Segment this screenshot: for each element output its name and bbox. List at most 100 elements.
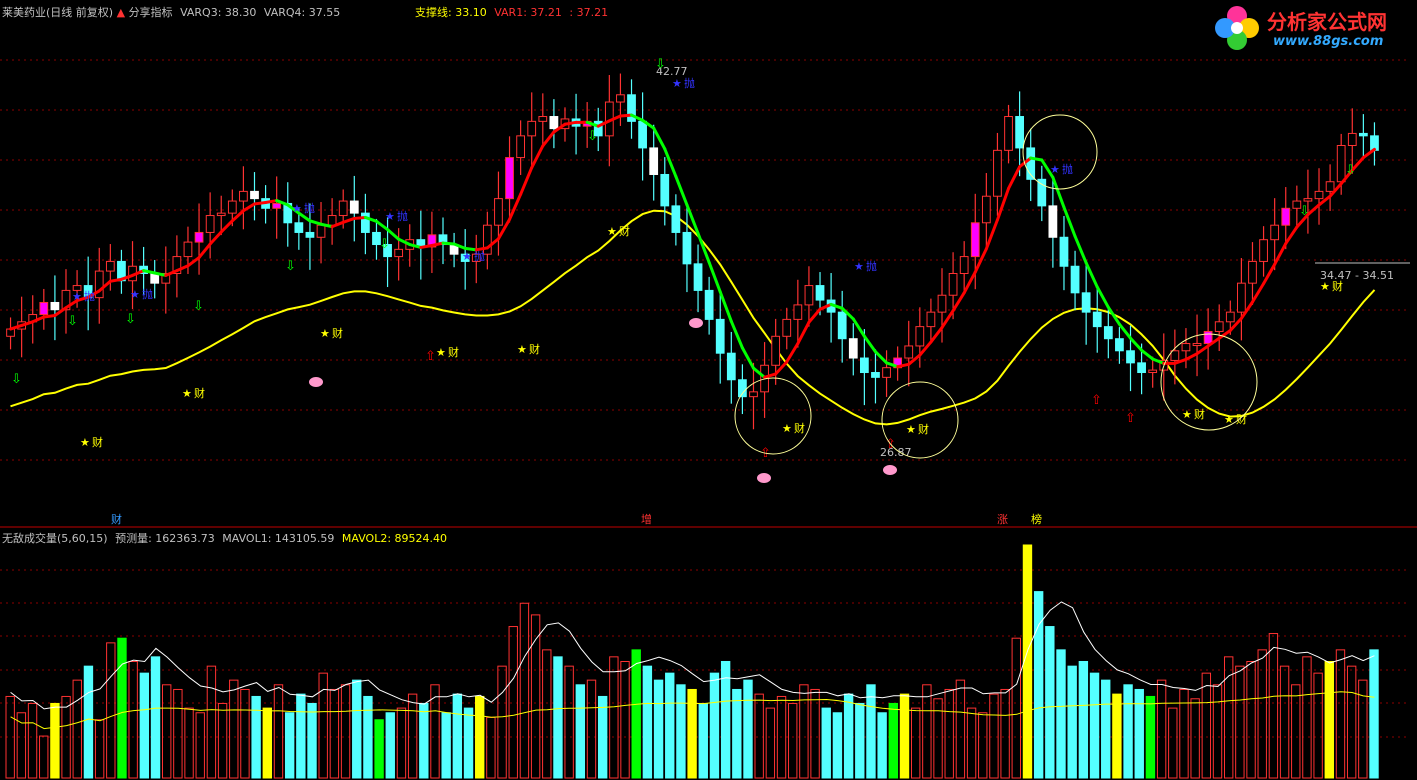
volume-bar bbox=[385, 712, 395, 779]
candle-body bbox=[926, 311, 936, 328]
sell-star-icon: ★ bbox=[854, 260, 864, 273]
volume-bar bbox=[117, 637, 127, 779]
share-up-icon[interactable]: ▲ bbox=[117, 6, 125, 19]
ma-trend-segment bbox=[1029, 156, 1044, 162]
ma-trend-segment bbox=[541, 130, 556, 148]
volume-bar bbox=[206, 665, 217, 779]
candle-body bbox=[394, 248, 404, 258]
up-arrow-icon: ⇧ bbox=[1125, 411, 1136, 426]
volume-bar bbox=[419, 702, 429, 779]
ma-trend-segment bbox=[1051, 175, 1066, 209]
axis-mark-zhang: 涨 bbox=[997, 513, 1008, 526]
sell-star-icon: ★ bbox=[130, 288, 140, 301]
ma-trend-segment bbox=[984, 218, 999, 251]
share-indicator-link[interactable]: 分享指标 bbox=[129, 6, 173, 19]
volume-bar bbox=[899, 693, 910, 779]
candle-body bbox=[959, 256, 969, 275]
candle-body bbox=[338, 200, 348, 217]
volume-bar bbox=[765, 707, 776, 779]
candle-body bbox=[782, 318, 792, 337]
sell-star-icon: ★ bbox=[385, 210, 395, 223]
ma-trend-segment bbox=[219, 219, 234, 234]
volume-bar bbox=[1168, 707, 1178, 779]
volume-bar bbox=[978, 712, 988, 779]
candle-body bbox=[50, 301, 60, 311]
candle-body bbox=[815, 285, 825, 301]
sell-signal-label: 抛 bbox=[866, 259, 877, 273]
ma-trend-segment bbox=[1140, 348, 1155, 361]
ma-trend-segment bbox=[252, 200, 268, 206]
gem-icon bbox=[309, 377, 323, 387]
logo-title: 分析家公式网 bbox=[1267, 10, 1387, 34]
ma-trend-segment bbox=[519, 166, 534, 196]
volume-bar bbox=[1156, 679, 1167, 779]
axis-mark-bang: 榜 bbox=[1031, 512, 1042, 526]
sell-star-icon: ★ bbox=[1050, 163, 1060, 176]
ma-trend-segment bbox=[718, 290, 733, 323]
candle-body bbox=[693, 263, 703, 291]
volume-bar bbox=[642, 665, 653, 779]
up-arrow-icon: ⇧ bbox=[1091, 393, 1102, 408]
ma-trend-segment bbox=[652, 126, 667, 151]
volume-bar bbox=[497, 665, 507, 779]
volume-bar bbox=[296, 693, 306, 779]
volume-title: 无敌成交量(5,60,15) bbox=[2, 532, 108, 545]
candle-body bbox=[993, 149, 1002, 197]
candle-body bbox=[749, 391, 758, 398]
down-arrow-icon: ⇩ bbox=[1299, 204, 1310, 219]
ma-trend-segment bbox=[1117, 322, 1133, 340]
stock-title: 莱美药业(日线 前复权) ▲ 分享指标 VARQ3: 38.30 VARQ4: … bbox=[2, 4, 340, 20]
support-value: 支撑线: 33.10 bbox=[415, 6, 487, 19]
volume-bar bbox=[631, 649, 641, 779]
ma-trend-segment bbox=[108, 277, 123, 283]
ma-trend-segment bbox=[1007, 165, 1022, 190]
volume-bar bbox=[609, 656, 619, 779]
candle-body bbox=[937, 294, 947, 313]
volume-bar bbox=[50, 702, 60, 779]
buy-star-icon: ★ bbox=[607, 225, 617, 238]
candle-body bbox=[859, 357, 869, 374]
volume-bar bbox=[352, 679, 362, 779]
volume-bar bbox=[1190, 698, 1200, 779]
sell-signal-label: 抛 bbox=[474, 249, 485, 263]
volume-bar bbox=[486, 716, 496, 779]
candle-body bbox=[1126, 350, 1135, 364]
volume-bar bbox=[284, 712, 295, 779]
ma-trend-segment bbox=[1284, 225, 1299, 246]
gem-icon bbox=[757, 473, 771, 483]
volume-bar bbox=[743, 679, 753, 779]
down-arrow-icon: ⇩ bbox=[587, 129, 598, 144]
candle-body bbox=[638, 120, 647, 149]
volume-bar bbox=[1302, 656, 1312, 779]
volume-bar bbox=[1134, 688, 1144, 779]
buy-signal-label: 财 bbox=[619, 224, 630, 238]
ma-trend-segment bbox=[1073, 234, 1088, 265]
volume-bar bbox=[150, 656, 161, 779]
candle-body bbox=[538, 116, 548, 122]
sell-signal-label: 抛 bbox=[84, 289, 95, 303]
volume-bar bbox=[396, 707, 407, 779]
volume-bar bbox=[363, 695, 373, 779]
stock-chart[interactable]: 42.7726.8734.47 - 34.51★ 财★ 财★ 财★ 财 ★ 财★ 财★ 财 ★ 财★… bbox=[0, 0, 1417, 780]
candle-body bbox=[1004, 116, 1013, 151]
volume-bar bbox=[508, 626, 518, 779]
ma-trend-segment bbox=[1262, 262, 1277, 286]
volume-bar bbox=[542, 649, 552, 779]
candle-body bbox=[250, 190, 259, 200]
down-arrow-icon: ⇩ bbox=[11, 372, 22, 387]
volume-bar bbox=[966, 707, 977, 779]
volume-bar bbox=[1291, 684, 1301, 779]
varq3-value: VARQ3: 38.30 bbox=[180, 6, 257, 19]
highlight-circle bbox=[881, 381, 959, 459]
ma-trend-segment bbox=[419, 243, 434, 249]
candle-body bbox=[981, 195, 991, 224]
candle-body bbox=[660, 173, 670, 207]
ma-trend-segment bbox=[707, 260, 722, 294]
buy-star-icon: ★ bbox=[1182, 408, 1192, 421]
ma-trend-segment bbox=[851, 317, 866, 338]
volume-bar bbox=[139, 672, 150, 779]
volume-bar bbox=[754, 693, 764, 779]
volume-bar bbox=[843, 693, 854, 779]
down-arrow-icon: ⇩ bbox=[125, 312, 136, 327]
ma-trend-segment bbox=[1062, 205, 1077, 238]
